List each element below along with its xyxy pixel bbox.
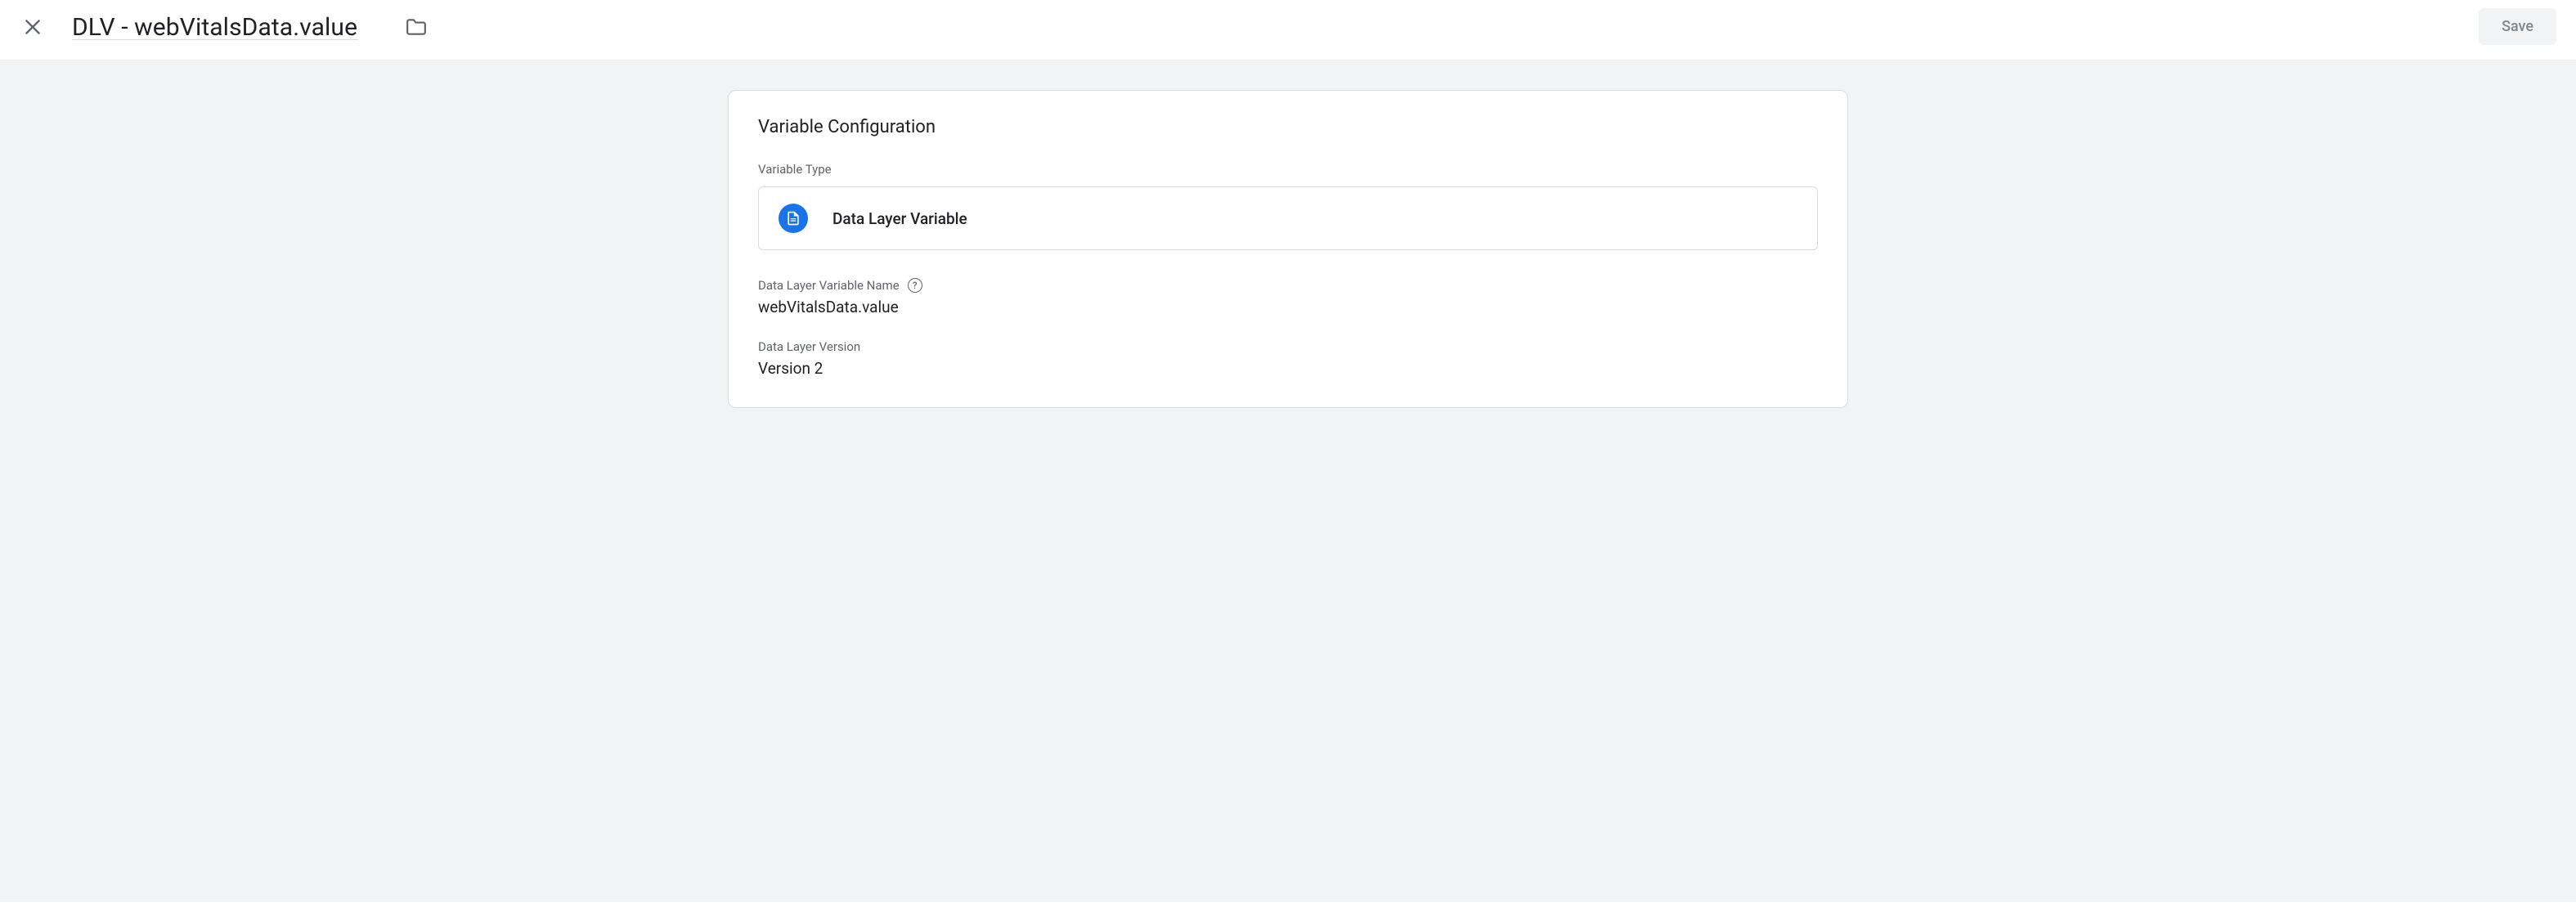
editor-header: Save [0,0,2576,61]
variable-configuration-card: Variable Configuration Variable Type Dat… [728,90,1848,408]
variable-type-label: Variable Type [758,162,1818,177]
dlv-version-field: Data Layer Version Version 2 [758,339,1818,378]
close-button[interactable] [16,11,49,43]
dlv-version-label: Data Layer Version [758,339,860,354]
dlv-name-value: webVitalsData.value [758,298,1818,316]
folder-button[interactable] [400,11,433,43]
save-button[interactable]: Save [2479,8,2556,45]
title-wrap [72,11,433,43]
data-layer-variable-icon [779,204,808,233]
editor-body: Variable Configuration Variable Type Dat… [0,61,2576,902]
dlv-name-field: Data Layer Variable Name ? webVitalsData… [758,278,1818,316]
dlv-version-value: Version 2 [758,359,1818,378]
header-left [16,11,433,43]
help-icon[interactable]: ? [908,278,922,293]
variable-type-name: Data Layer Variable [832,209,967,228]
title-underline [72,39,358,40]
variable-type-selector[interactable]: Data Layer Variable [758,186,1818,250]
card-title: Variable Configuration [758,117,1818,137]
folder-icon [406,18,427,36]
dlv-name-label: Data Layer Variable Name [758,278,900,293]
close-icon [22,16,43,38]
